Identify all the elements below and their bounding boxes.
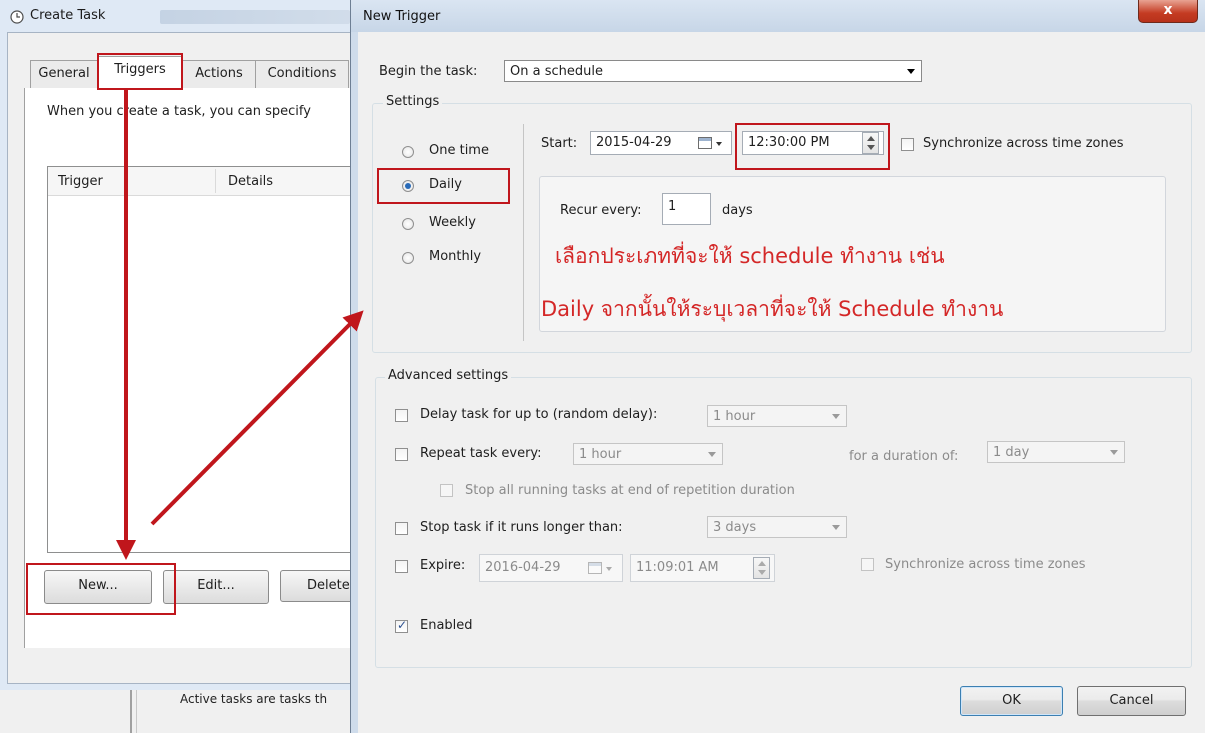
arrow-to-dialog	[150, 310, 364, 526]
annotation-arrows	[116, 90, 364, 560]
